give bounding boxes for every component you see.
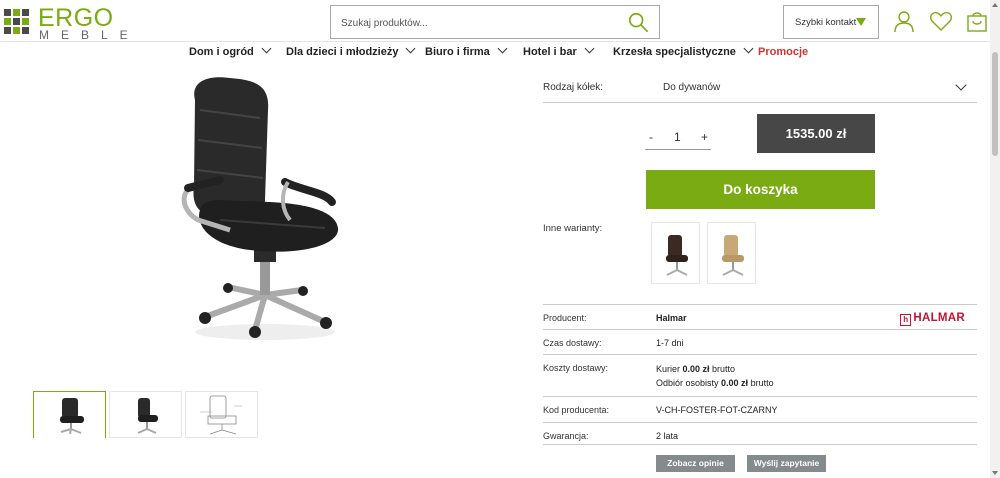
courier-suffix: brutto	[709, 364, 736, 374]
delivery-cost-label: Koszty dostawy:	[543, 363, 609, 373]
variant-image	[722, 235, 744, 276]
pickup-price: 0.00 zł	[721, 378, 749, 388]
delivery-time-label: Czas dostawy:	[543, 338, 602, 348]
main-navigation: Dom i ogród Dla dzieci i młodzieży Biuro…	[0, 42, 990, 64]
chevron-down-icon	[497, 43, 508, 54]
send-inquiry-button[interactable]: Wyślij zapytanie	[747, 455, 826, 472]
details-row-warranty: Gwarancja: 2 lata	[543, 422, 977, 445]
quantity-increase-button[interactable]: +	[701, 130, 708, 144]
see-reviews-button[interactable]: Zobacz opinie	[656, 455, 735, 472]
variant-thumbnail[interactable]	[651, 222, 700, 284]
courier-price: 0.00 zł	[682, 364, 710, 374]
nav-item-label: Promocje	[758, 46, 809, 58]
user-icon[interactable]	[892, 9, 916, 33]
nav-item-home-garden[interactable]: Dom i ogród	[189, 43, 272, 58]
quick-contact-dropdown[interactable]: Szybki kontakt	[783, 5, 879, 39]
scroll-up-arrow-icon[interactable]	[992, 3, 998, 7]
details-row-producer: Producent: Halmar h HALMAR	[543, 304, 977, 329]
logo-square	[13, 9, 20, 16]
logo-square	[22, 18, 29, 25]
producer-label: Producent:	[543, 313, 587, 323]
quick-contact-label: Szybki kontakt	[795, 17, 857, 28]
logo-square	[13, 18, 20, 25]
nav-item-hotel-bar[interactable]: Hotel i bar	[523, 43, 595, 58]
wheel-type-select[interactable]: Rodzaj kółek: Do dywanów	[543, 73, 977, 103]
variant-thumbnail[interactable]	[707, 222, 756, 284]
cart-icon[interactable]	[965, 9, 989, 33]
nav-item-promotions[interactable]: Promocje	[758, 46, 808, 58]
thumbnail-image	[60, 398, 84, 435]
thumbnail-image	[137, 398, 158, 434]
product-thumbnail[interactable]	[185, 391, 258, 438]
pickup-cost: Odbiór osobisty 0.00 zł brutto	[656, 378, 774, 388]
halmar-logo-mark: h	[900, 314, 912, 326]
search-box	[330, 5, 660, 39]
variants-label: Inne warianty:	[543, 223, 603, 234]
producer-logo[interactable]: h HALMAR	[900, 312, 965, 326]
logo-square	[4, 18, 11, 25]
logo-square	[22, 9, 29, 16]
product-main-image[interactable]	[150, 70, 380, 350]
nav-item-office-business[interactable]: Biuro i firma	[425, 43, 508, 58]
chevron-down-icon	[743, 43, 754, 54]
details-row-delivery-time: Czas dostawy: 1-7 dni	[543, 329, 977, 354]
chevron-down-icon	[584, 43, 595, 54]
delivery-time-value: 1-7 dni	[656, 338, 684, 348]
producer-link[interactable]: Halmar	[656, 313, 687, 323]
warranty-value: 2 lata	[656, 431, 679, 441]
details-row-producer-code: Kod producenta: V-CH-FOSTER-FOT-CZARNY	[543, 396, 977, 422]
details-row-delivery-cost: Koszty dostawy: Kurier 0.00 zł brutto Od…	[543, 354, 977, 396]
logo-square	[4, 9, 11, 16]
producer-code-label: Kod producenta:	[543, 405, 610, 415]
logo-text-meble: MEBLE	[39, 28, 140, 42]
nav-item-kids-youth[interactable]: Dla dzieci i młodzieży	[286, 43, 416, 58]
site-logo[interactable]: ERGO MEBLE	[2, 4, 128, 42]
page-scrollbar[interactable]	[990, 0, 1000, 478]
chevron-down-icon	[955, 79, 967, 91]
search-input[interactable]	[341, 14, 611, 32]
wheel-type-label: Rodzaj kółek:	[543, 82, 604, 93]
courier-cost: Kurier 0.00 zł brutto	[656, 364, 735, 374]
product-thumbnail[interactable]	[33, 391, 106, 438]
heart-icon[interactable]	[929, 9, 953, 33]
logo-square	[22, 27, 29, 34]
chevron-down-icon	[261, 43, 272, 54]
chevron-down-icon	[406, 43, 416, 54]
nav-item-label: Dla dzieci i młodzieży	[286, 46, 399, 58]
nav-item-label: Krzesła specjalistyczne	[613, 46, 736, 58]
nav-item-special-chairs[interactable]: Krzesła specjalistyczne	[613, 43, 754, 58]
nav-item-label: Biuro i firma	[425, 46, 490, 58]
quantity-stepper: - 1 +	[645, 128, 711, 150]
wheel-type-value: Do dywanów	[663, 82, 721, 93]
scrollbar-thumb[interactable]	[992, 52, 998, 156]
dropdown-triangle-icon	[856, 18, 866, 26]
quantity-decrease-button[interactable]: -	[649, 130, 653, 144]
producer-code-value: V-CH-FOSTER-FOT-CZARNY	[656, 405, 778, 415]
product-thumbnail[interactable]	[109, 391, 182, 438]
thumbnail-image	[200, 395, 242, 435]
logo-square	[4, 27, 11, 34]
pickup-suffix: brutto	[748, 378, 774, 388]
product-price: 1535.00 zł	[757, 114, 875, 153]
halmar-logo-text: HALMAR	[913, 312, 965, 324]
pickup-prefix: Odbiór osobisty	[656, 378, 722, 388]
warranty-label: Gwarancja:	[543, 431, 589, 441]
search-icon[interactable]	[627, 11, 649, 33]
nav-item-label: Dom i ogród	[189, 46, 254, 58]
scroll-down-arrow-icon[interactable]	[992, 471, 998, 475]
variant-image	[666, 235, 688, 276]
site-header: ERGO MEBLE Szybki kontakt	[0, 0, 990, 42]
courier-prefix: Kurier	[656, 364, 683, 374]
quantity-value[interactable]: 1	[674, 130, 681, 144]
logo-square	[13, 27, 20, 34]
add-to-cart-button[interactable]: Do koszyka	[646, 170, 875, 209]
nav-item-label: Hotel i bar	[523, 46, 577, 58]
